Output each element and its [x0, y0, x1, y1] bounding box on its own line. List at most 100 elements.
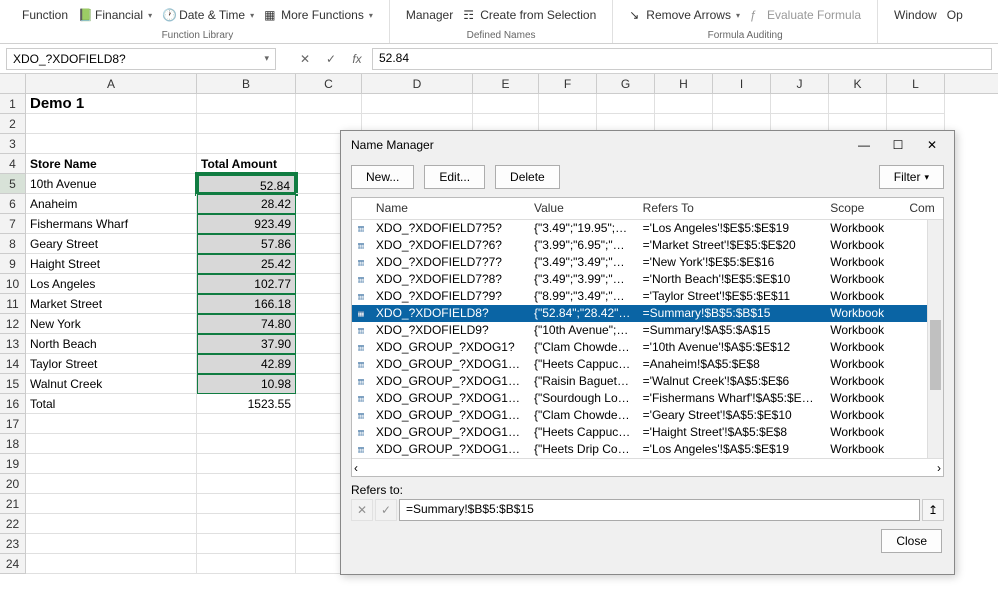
cell[interactable]: 10.98: [197, 374, 296, 394]
cell[interactable]: [296, 94, 362, 114]
row-header[interactable]: 7: [0, 214, 26, 234]
column-header[interactable]: B: [197, 74, 296, 93]
table-row[interactable]: XDO_GROUP_?XDOG1?1?{"Heets Cappucin...=A…: [352, 356, 943, 373]
cell[interactable]: [771, 94, 829, 114]
new-button[interactable]: New...: [351, 165, 414, 189]
column-header[interactable]: I: [713, 74, 771, 93]
cell[interactable]: [197, 414, 296, 434]
chevron-down-icon[interactable]: ▾: [264, 53, 269, 64]
column-header[interactable]: F: [539, 74, 597, 93]
cell[interactable]: Taylor Street: [26, 354, 197, 374]
financial-dropdown[interactable]: 📗Financial: [78, 8, 152, 22]
cell[interactable]: Haight Street: [26, 254, 197, 274]
cell[interactable]: [539, 94, 597, 114]
fx-button[interactable]: fx: [346, 49, 368, 69]
cell[interactable]: Walnut Creek: [26, 374, 197, 394]
column-header[interactable]: D: [362, 74, 473, 93]
cell[interactable]: [597, 94, 655, 114]
row-header[interactable]: 10: [0, 274, 26, 294]
delete-button[interactable]: Delete: [495, 165, 560, 189]
cell[interactable]: [197, 134, 296, 154]
row-header[interactable]: 12: [0, 314, 26, 334]
table-row[interactable]: XDO_?XDOFIELD7?9?{"8.99";"3.49";"3.49...…: [352, 288, 943, 305]
table-row[interactable]: XDO_?XDOFIELD7?7?{"3.49";"3.49";"3.99...…: [352, 254, 943, 271]
row-header[interactable]: 6: [0, 194, 26, 214]
table-row[interactable]: XDO_GROUP_?XDOG1?5?{"Heets Drip Coffe...…: [352, 441, 943, 458]
cell[interactable]: 1523.55: [197, 394, 296, 414]
cell[interactable]: [829, 94, 887, 114]
row-header[interactable]: 16: [0, 394, 26, 414]
row-header[interactable]: 2: [0, 114, 26, 134]
table-row[interactable]: XDO_?XDOFIELD9?{"10th Avenue";"A...=Summ…: [352, 322, 943, 339]
row-header[interactable]: 19: [0, 454, 26, 474]
cell[interactable]: Los Angeles: [26, 274, 197, 294]
row-header[interactable]: 24: [0, 554, 26, 574]
row-header[interactable]: 21: [0, 494, 26, 514]
row-header[interactable]: 4: [0, 154, 26, 174]
table-row[interactable]: XDO_GROUP_?XDOG1?2?{"Sourdough Loav...='…: [352, 390, 943, 407]
maximize-button[interactable]: ☐: [884, 134, 912, 156]
row-header[interactable]: 11: [0, 294, 26, 314]
cell[interactable]: Geary Street: [26, 234, 197, 254]
range-picker-button[interactable]: ↥: [922, 499, 944, 521]
cell[interactable]: [197, 94, 296, 114]
column-header[interactable]: L: [887, 74, 945, 93]
cell[interactable]: [26, 434, 197, 454]
table-row[interactable]: XDO_?XDOFIELD7?8?{"3.49";"3.99";"3.49...…: [352, 271, 943, 288]
column-header[interactable]: A: [26, 74, 197, 93]
row-header[interactable]: 13: [0, 334, 26, 354]
manager-button[interactable]: Manager: [406, 8, 453, 22]
row-header[interactable]: 22: [0, 514, 26, 534]
evaluate-formula-button[interactable]: ƒEvaluate Formula: [750, 8, 861, 22]
cell[interactable]: 37.90: [197, 334, 296, 354]
table-row[interactable]: XDO_?XDOFIELD7?5?{"3.49";"19.95";"2.9...…: [352, 220, 943, 237]
table-row[interactable]: XDO_GROUP_?XDOG1?{"Clam Chowder";"...='1…: [352, 339, 943, 356]
table-row[interactable]: XDO_?XDOFIELD8?{"52.84";"28.42";"9...=Su…: [352, 305, 943, 322]
edit-button[interactable]: Edit...: [424, 165, 485, 189]
scroll-left-icon[interactable]: ‹: [354, 461, 358, 475]
cell[interactable]: Total: [26, 394, 197, 414]
remove-arrows-dropdown[interactable]: ↘Remove Arrows: [629, 8, 740, 22]
cell[interactable]: [26, 474, 197, 494]
cell[interactable]: 28.42: [197, 194, 296, 214]
cell[interactable]: [197, 114, 296, 134]
cell[interactable]: [197, 494, 296, 514]
cell[interactable]: [26, 414, 197, 434]
column-header[interactable]: H: [655, 74, 713, 93]
table-row[interactable]: XDO_GROUP_?XDOG1?10?{"Raisin Baguette";.…: [352, 373, 943, 390]
cell[interactable]: [26, 534, 197, 554]
cell[interactable]: 25.42: [197, 254, 296, 274]
minimize-button[interactable]: —: [850, 134, 878, 156]
row-header[interactable]: 3: [0, 134, 26, 154]
cell[interactable]: [26, 494, 197, 514]
row-header[interactable]: 5: [0, 174, 26, 194]
row-header[interactable]: 23: [0, 534, 26, 554]
cell[interactable]: New York: [26, 314, 197, 334]
refers-accept-button[interactable]: ✓: [375, 499, 397, 521]
cell[interactable]: Store Name: [26, 154, 197, 174]
cell[interactable]: [26, 114, 197, 134]
more-functions-dropdown[interactable]: ▦More Functions: [264, 8, 373, 22]
cell[interactable]: [473, 94, 539, 114]
column-header[interactable]: J: [771, 74, 829, 93]
scroll-thumb[interactable]: [930, 320, 941, 390]
row-header[interactable]: 1: [0, 94, 26, 114]
column-header[interactable]: C: [296, 74, 362, 93]
refers-cancel-button[interactable]: ✕: [351, 499, 373, 521]
cancel-formula-button[interactable]: ✕: [294, 49, 316, 69]
column-header[interactable]: E: [473, 74, 539, 93]
table-row[interactable]: XDO_GROUP_?XDOG1?3?{"Clam Chowder";"...=…: [352, 407, 943, 424]
cell[interactable]: [197, 454, 296, 474]
cell[interactable]: [197, 554, 296, 574]
close-button[interactable]: ✕: [918, 134, 946, 156]
column-header[interactable]: K: [829, 74, 887, 93]
cell[interactable]: [887, 94, 945, 114]
cell[interactable]: [197, 434, 296, 454]
cell[interactable]: Demo 1: [26, 94, 197, 114]
vertical-scrollbar[interactable]: [927, 220, 943, 458]
cell[interactable]: [26, 514, 197, 534]
refers-to-input[interactable]: =Summary!$B$5:$B$15: [399, 499, 920, 521]
cell[interactable]: [197, 534, 296, 554]
row-header[interactable]: 14: [0, 354, 26, 374]
cell[interactable]: [26, 134, 197, 154]
